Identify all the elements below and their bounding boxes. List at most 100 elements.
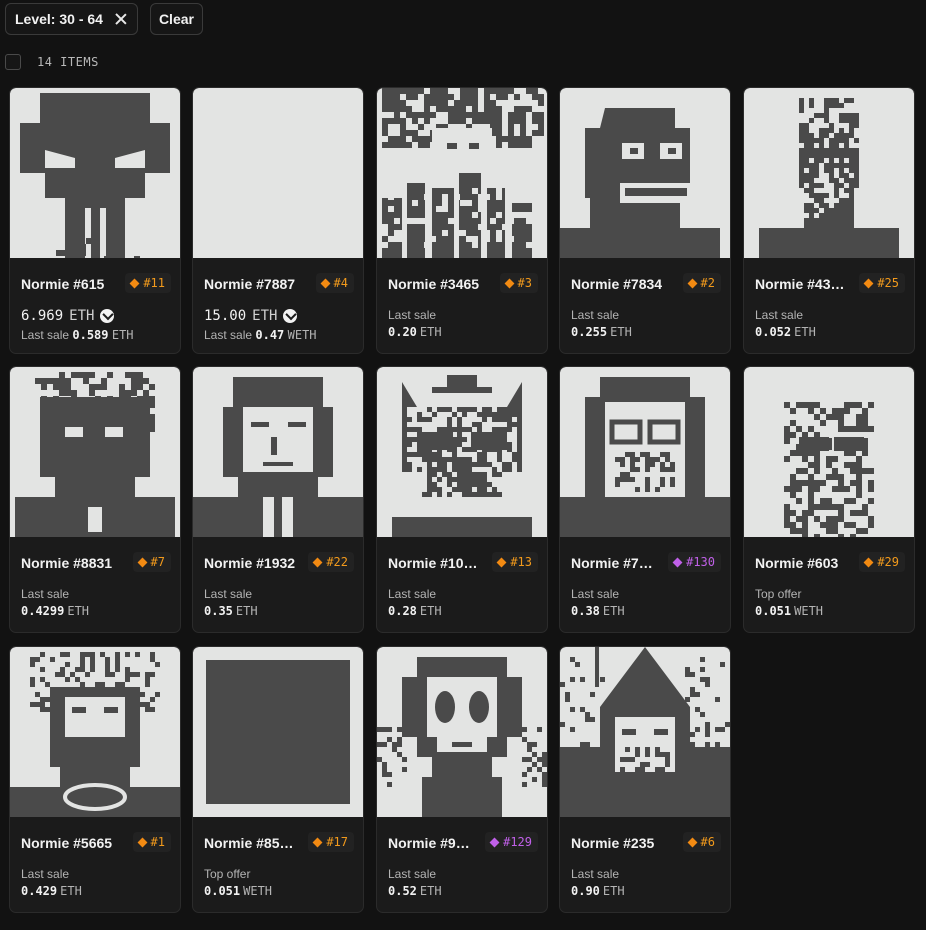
item-count: 14 ITEMS bbox=[37, 55, 99, 69]
rank-value: #13 bbox=[510, 555, 532, 569]
price: 0.35 ETH bbox=[204, 604, 258, 618]
price: 0.20 ETH bbox=[388, 325, 442, 339]
nft-card[interactable]: Normie #235 #6 Last sale 0.90 ETH bbox=[559, 646, 731, 913]
rank-value: #11 bbox=[143, 276, 165, 290]
buy-now-icon[interactable] bbox=[100, 309, 115, 323]
nft-card[interactable]: Normie #8831 #7 Last sale 0.4299 ETH bbox=[9, 366, 181, 633]
price: 0.255 ETH bbox=[571, 325, 632, 339]
nft-card[interactable]: Normie #43… #25 Last sale 0.052 ETH bbox=[743, 87, 915, 354]
nft-card[interactable]: Normie #10… #13 Last sale 0.28 ETH bbox=[376, 366, 548, 633]
diamond-icon bbox=[137, 837, 147, 847]
rank-badge: #17 bbox=[308, 832, 354, 852]
buy-now-icon[interactable] bbox=[283, 309, 298, 323]
list-price: 6.969 ETH bbox=[21, 308, 115, 324]
rank-badge: #2 bbox=[682, 273, 721, 293]
last-sale-unit: ETH bbox=[111, 328, 134, 342]
rank-badge: #129 bbox=[485, 832, 538, 852]
nft-image[interactable] bbox=[10, 647, 180, 817]
rank-badge: #7 bbox=[132, 552, 171, 572]
nft-card[interactable]: Normie #5665 #1 Last sale 0.429 ETH bbox=[9, 646, 181, 913]
nft-card[interactable]: Normie #9… #129 Last sale 0.52 ETH bbox=[376, 646, 548, 913]
nft-card[interactable]: Normie #85… #17 Top offer 0.051 WETH bbox=[192, 646, 364, 913]
rank-badge: #4 bbox=[315, 273, 354, 293]
price: 0.429 ETH bbox=[21, 884, 82, 898]
nft-image[interactable] bbox=[377, 88, 547, 258]
price-label: Last sale bbox=[571, 867, 620, 881]
diamond-icon bbox=[504, 278, 514, 288]
price-unit: ETH bbox=[610, 325, 632, 339]
price-value: 0.20 bbox=[388, 325, 417, 339]
nft-image[interactable] bbox=[10, 367, 180, 537]
nft-card[interactable]: Normie #603 #29 Top offer 0.051 WETH bbox=[743, 366, 915, 633]
price-label: Last sale bbox=[571, 308, 620, 322]
price-label: Top offer bbox=[204, 867, 251, 881]
diamond-icon bbox=[863, 278, 874, 288]
price-value: 0.255 bbox=[571, 325, 608, 339]
nft-image[interactable] bbox=[193, 367, 363, 537]
nft-image[interactable] bbox=[377, 367, 547, 537]
nft-card[interactable]: Normie #1932 #22 Last sale 0.35 ETH bbox=[192, 366, 364, 633]
nft-image[interactable] bbox=[193, 647, 363, 817]
nft-card[interactable]: Normie #7887 #4 15.00 ETH Last sale 0.47 WET… bbox=[192, 87, 364, 354]
price-unit: WETH bbox=[243, 884, 273, 898]
list-price: 15.00 ETH bbox=[204, 308, 298, 324]
nft-image[interactable] bbox=[560, 647, 730, 817]
diamond-icon bbox=[687, 837, 697, 847]
diamond-icon bbox=[129, 278, 140, 288]
nft-card[interactable]: Normie #3465 #3 Last sale 0.20 ETH bbox=[376, 87, 548, 354]
price-unit: ETH bbox=[419, 884, 442, 898]
price-label: Last sale bbox=[571, 587, 620, 601]
nft-name: Normie #9… bbox=[388, 835, 470, 851]
price-unit: ETH bbox=[419, 604, 442, 618]
rank-value: #3 bbox=[517, 276, 532, 290]
nft-image[interactable] bbox=[560, 88, 730, 258]
price-unit: ETH bbox=[419, 325, 442, 339]
diamond-icon bbox=[312, 837, 323, 847]
diamond-icon bbox=[863, 557, 874, 567]
price-label: Last sale bbox=[204, 587, 253, 601]
price-value: 0.4299 bbox=[21, 604, 65, 618]
price: 0.051 WETH bbox=[204, 884, 272, 898]
rank-badge: #13 bbox=[492, 552, 538, 572]
nft-name: Normie #7887 bbox=[204, 276, 296, 292]
diamond-icon bbox=[496, 557, 507, 567]
price-label: Last sale bbox=[21, 587, 70, 601]
price-label: Last sale bbox=[388, 587, 437, 601]
list-price-value: 15.00 bbox=[204, 308, 247, 324]
nft-card[interactable]: Normie #7… #130 Last sale 0.38 ETH bbox=[559, 366, 731, 633]
nft-name: Normie #615 bbox=[21, 276, 105, 292]
diamond-icon bbox=[672, 557, 683, 567]
nft-name: Normie #43… bbox=[755, 276, 845, 292]
price-value: 0.051 bbox=[204, 884, 241, 898]
price-label: Top offer bbox=[755, 587, 802, 601]
nft-image[interactable] bbox=[560, 367, 730, 537]
level-filter-chip[interactable]: Level: 30 - 64 bbox=[5, 3, 138, 35]
price-value: 0.90 bbox=[571, 884, 600, 898]
results-row: 14 ITEMS bbox=[5, 54, 99, 70]
rank-badge: #25 bbox=[859, 273, 905, 293]
nft-name: Normie #7… bbox=[571, 555, 653, 571]
nft-name: Normie #85… bbox=[204, 835, 294, 851]
nft-image[interactable] bbox=[193, 88, 363, 258]
nft-image[interactable] bbox=[10, 88, 180, 258]
nft-card[interactable]: Normie #615 #11 6.969 ETH Last sale 0.589 ET… bbox=[9, 87, 181, 354]
close-icon[interactable] bbox=[115, 13, 127, 25]
last-sale-label: Last sale bbox=[204, 328, 253, 342]
nft-card[interactable]: Normie #7834 #2 Last sale 0.255 ETH bbox=[559, 87, 731, 354]
rank-value: #4 bbox=[333, 276, 348, 290]
clear-button[interactable]: Clear bbox=[149, 3, 203, 35]
nft-name: Normie #235 bbox=[571, 835, 655, 851]
price-label: Last sale bbox=[755, 308, 804, 322]
nft-image[interactable] bbox=[377, 647, 547, 817]
rank-value: #2 bbox=[700, 276, 715, 290]
price: 0.52 ETH bbox=[388, 884, 442, 898]
price-label: Last sale bbox=[388, 867, 437, 881]
price: 0.38 ETH bbox=[571, 604, 625, 618]
rank-value: #22 bbox=[326, 555, 348, 569]
price-value: 0.051 bbox=[755, 604, 792, 618]
diamond-icon bbox=[312, 557, 323, 567]
price-value: 0.28 bbox=[388, 604, 417, 618]
select-all-checkbox[interactable] bbox=[5, 54, 21, 70]
nft-image[interactable] bbox=[744, 367, 914, 537]
nft-image[interactable] bbox=[744, 88, 914, 258]
